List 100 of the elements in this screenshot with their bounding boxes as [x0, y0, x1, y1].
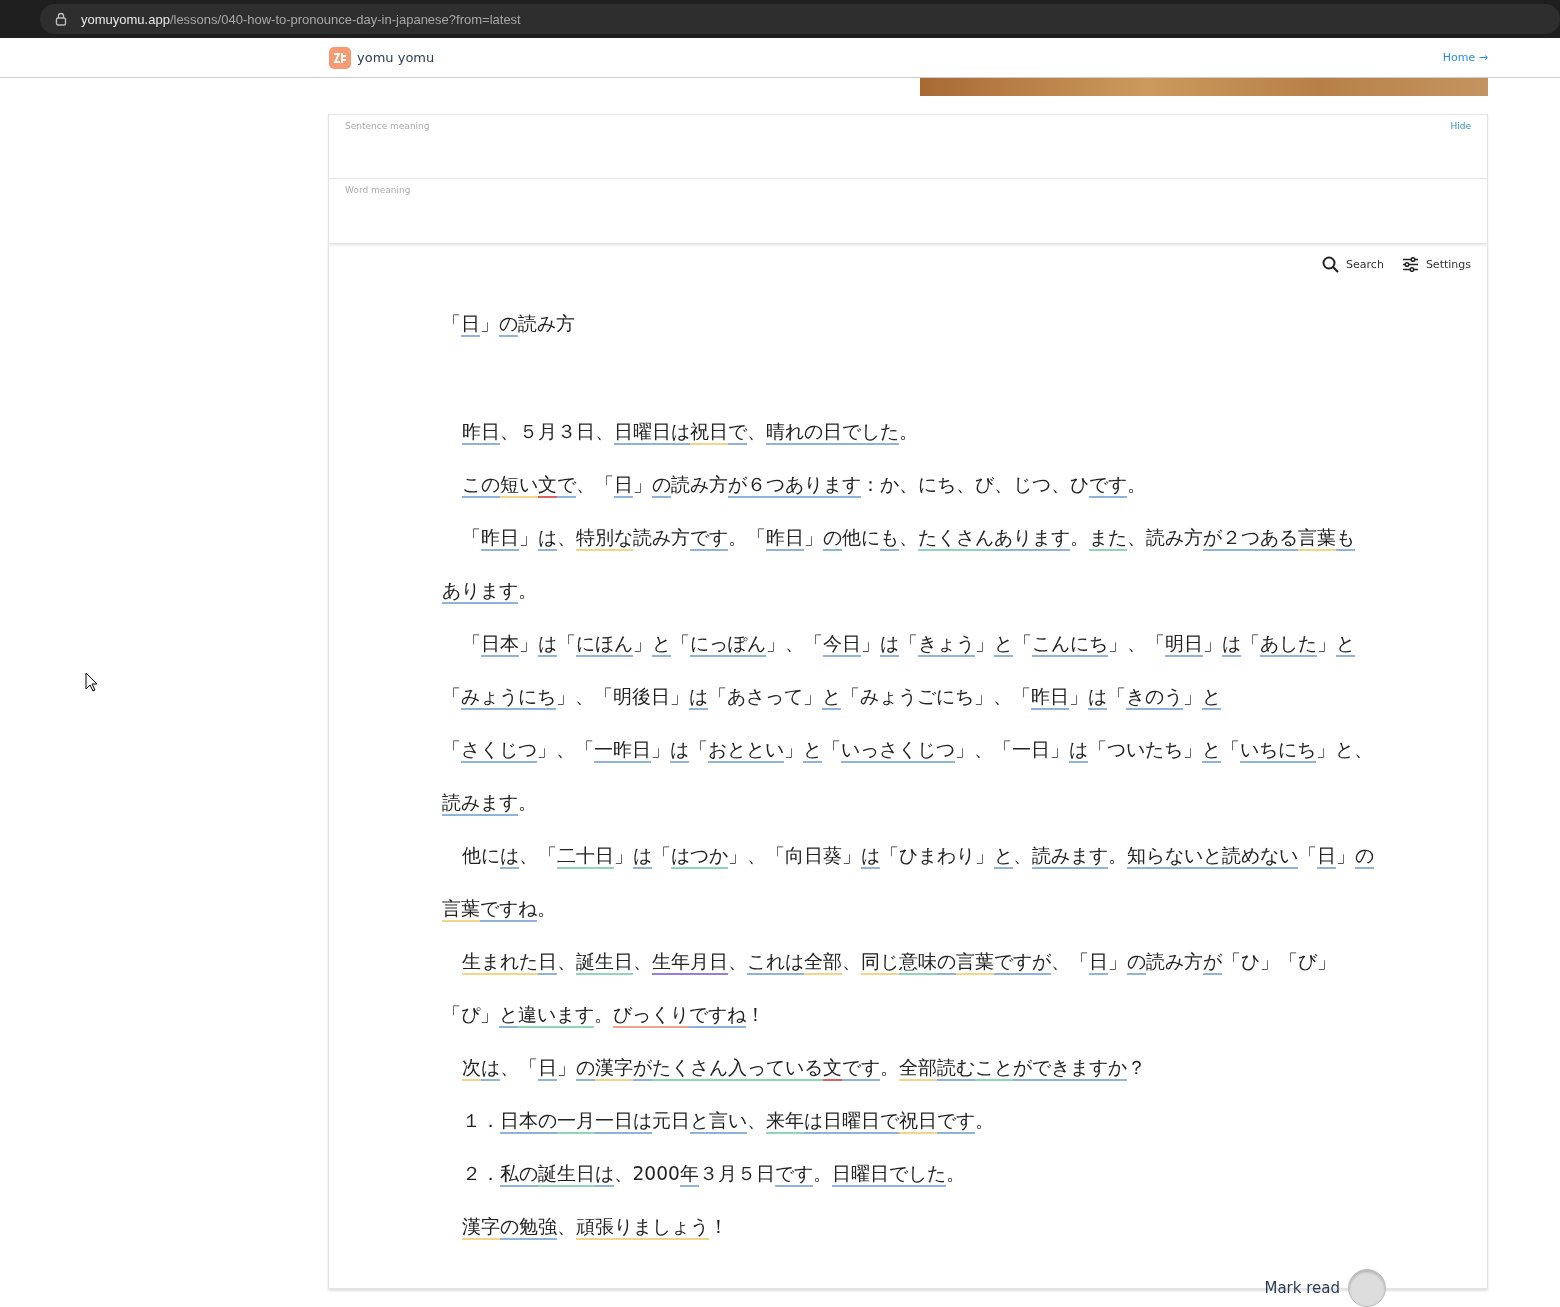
word[interactable]: 生年月日 [651, 951, 728, 975]
word[interactable]: 頑張りましょう [575, 1216, 709, 1240]
word[interactable]: です [480, 898, 518, 922]
word[interactable]: と [1202, 845, 1222, 869]
word[interactable]: と [1335, 633, 1355, 657]
word[interactable]: です [841, 1057, 880, 1081]
word[interactable]: は [1088, 686, 1107, 710]
word[interactable]: か [1107, 1057, 1127, 1081]
word[interactable]: 私 [499, 1163, 519, 1187]
word[interactable]: 誕生日 [537, 1163, 595, 1187]
word[interactable]: は [784, 951, 804, 975]
word[interactable]: と [993, 845, 1013, 869]
word[interactable]: は [1069, 739, 1088, 763]
word[interactable]: 日 [537, 951, 557, 975]
word[interactable]: 意味 [898, 951, 937, 975]
word[interactable]: 昨日 [1031, 686, 1069, 710]
word[interactable]: 晴れ [765, 421, 804, 445]
word[interactable]: いっさくじつ [841, 739, 955, 763]
word[interactable]: いちにち [1240, 739, 1316, 763]
hide-link[interactable]: Hide [1450, 121, 1471, 131]
word[interactable]: 文 [537, 474, 557, 498]
word[interactable]: にっぽん [689, 633, 766, 657]
word[interactable]: です [936, 1110, 975, 1134]
word[interactable]: です [1088, 474, 1127, 498]
word[interactable]: あります [442, 580, 518, 604]
word[interactable]: 言葉 [442, 898, 480, 922]
word[interactable]: は [1221, 633, 1241, 657]
word[interactable]: で [727, 421, 747, 445]
word[interactable]: 日 [1088, 951, 1108, 975]
word[interactable]: 日 [822, 421, 842, 445]
word[interactable]: 短い [499, 474, 538, 498]
word[interactable]: 勉強 [518, 1216, 557, 1240]
word[interactable]: の [936, 951, 956, 975]
word[interactable]: ２つ [1221, 527, 1260, 551]
word[interactable]: 読む [936, 1057, 975, 1081]
word[interactable]: 入っている [727, 1057, 823, 1081]
word[interactable]: 祝日 [898, 1110, 937, 1134]
word[interactable]: と [1202, 686, 1221, 710]
word[interactable]: の [1126, 951, 1146, 975]
word[interactable]: の [822, 527, 842, 551]
word[interactable]: 読みます [442, 792, 518, 816]
word[interactable]: が [1012, 1057, 1032, 1081]
word[interactable]: です [993, 951, 1032, 975]
word[interactable]: の [651, 474, 671, 498]
word[interactable]: こんにち [1031, 633, 1108, 657]
word[interactable]: です [774, 1163, 813, 1187]
word[interactable]: が [1202, 951, 1222, 975]
word[interactable]: も [879, 527, 899, 551]
word[interactable]: は [499, 845, 519, 869]
word[interactable]: は [689, 686, 708, 710]
word[interactable]: 来年 [765, 1110, 804, 1134]
word[interactable]: みょうにち [461, 686, 556, 710]
word[interactable]: は [670, 739, 689, 763]
word[interactable]: で [879, 1110, 899, 1134]
word[interactable]: 日 [537, 1057, 557, 1081]
word[interactable]: の [803, 421, 823, 445]
word[interactable]: 言葉 [1297, 527, 1336, 551]
word[interactable]: と [1202, 739, 1221, 763]
word[interactable]: 日本 [480, 633, 519, 657]
word[interactable]: さくじつ [461, 739, 537, 763]
word[interactable]: 生まれた [461, 951, 538, 975]
word[interactable]: と [803, 739, 822, 763]
word[interactable]: と [499, 1004, 518, 1028]
word[interactable]: は [480, 1057, 500, 1081]
word[interactable]: は [632, 1110, 652, 1134]
word[interactable]: 日曜日 [822, 1110, 880, 1134]
word[interactable]: と [993, 633, 1013, 657]
word[interactable]: 昨日 [480, 527, 519, 551]
word[interactable]: できます [1031, 1057, 1108, 1081]
word[interactable]: たくさん [651, 1057, 728, 1081]
word[interactable]: でした [841, 421, 899, 445]
word[interactable]: 昨日 [461, 421, 500, 445]
word[interactable]: きょう [917, 633, 975, 657]
word[interactable]: 二十日 [556, 845, 614, 869]
word[interactable]: の [499, 312, 518, 337]
word[interactable]: 知らない [1126, 845, 1203, 869]
word[interactable]: これ [746, 951, 785, 975]
word[interactable]: の [499, 1216, 519, 1240]
word[interactable]: 日本 [499, 1110, 538, 1134]
word[interactable]: も [1335, 527, 1355, 551]
word[interactable]: で [556, 474, 576, 498]
word[interactable]: 一日 [594, 1110, 633, 1134]
word[interactable]: ６つ [746, 474, 785, 498]
word[interactable]: 昨日 [765, 527, 804, 551]
word[interactable]: 祝日 [689, 421, 728, 445]
word[interactable]: 明日 [1164, 633, 1203, 657]
word[interactable]: びっくり [613, 1004, 689, 1028]
word[interactable]: この [461, 474, 500, 498]
word[interactable]: あります [784, 474, 861, 498]
word[interactable]: また [1088, 527, 1127, 551]
word[interactable]: 読めない [1221, 845, 1298, 869]
word[interactable]: 日曜日 [613, 421, 671, 445]
word[interactable]: が [727, 474, 747, 498]
word[interactable]: は [594, 1163, 614, 1187]
word[interactable]: きのう [1126, 686, 1183, 710]
word[interactable]: 同じ [860, 951, 899, 975]
word[interactable]: 日 [1316, 845, 1336, 869]
word[interactable]: です [689, 527, 728, 551]
word[interactable]: 一昨日 [594, 739, 651, 763]
search-button[interactable]: Search [1322, 256, 1384, 273]
